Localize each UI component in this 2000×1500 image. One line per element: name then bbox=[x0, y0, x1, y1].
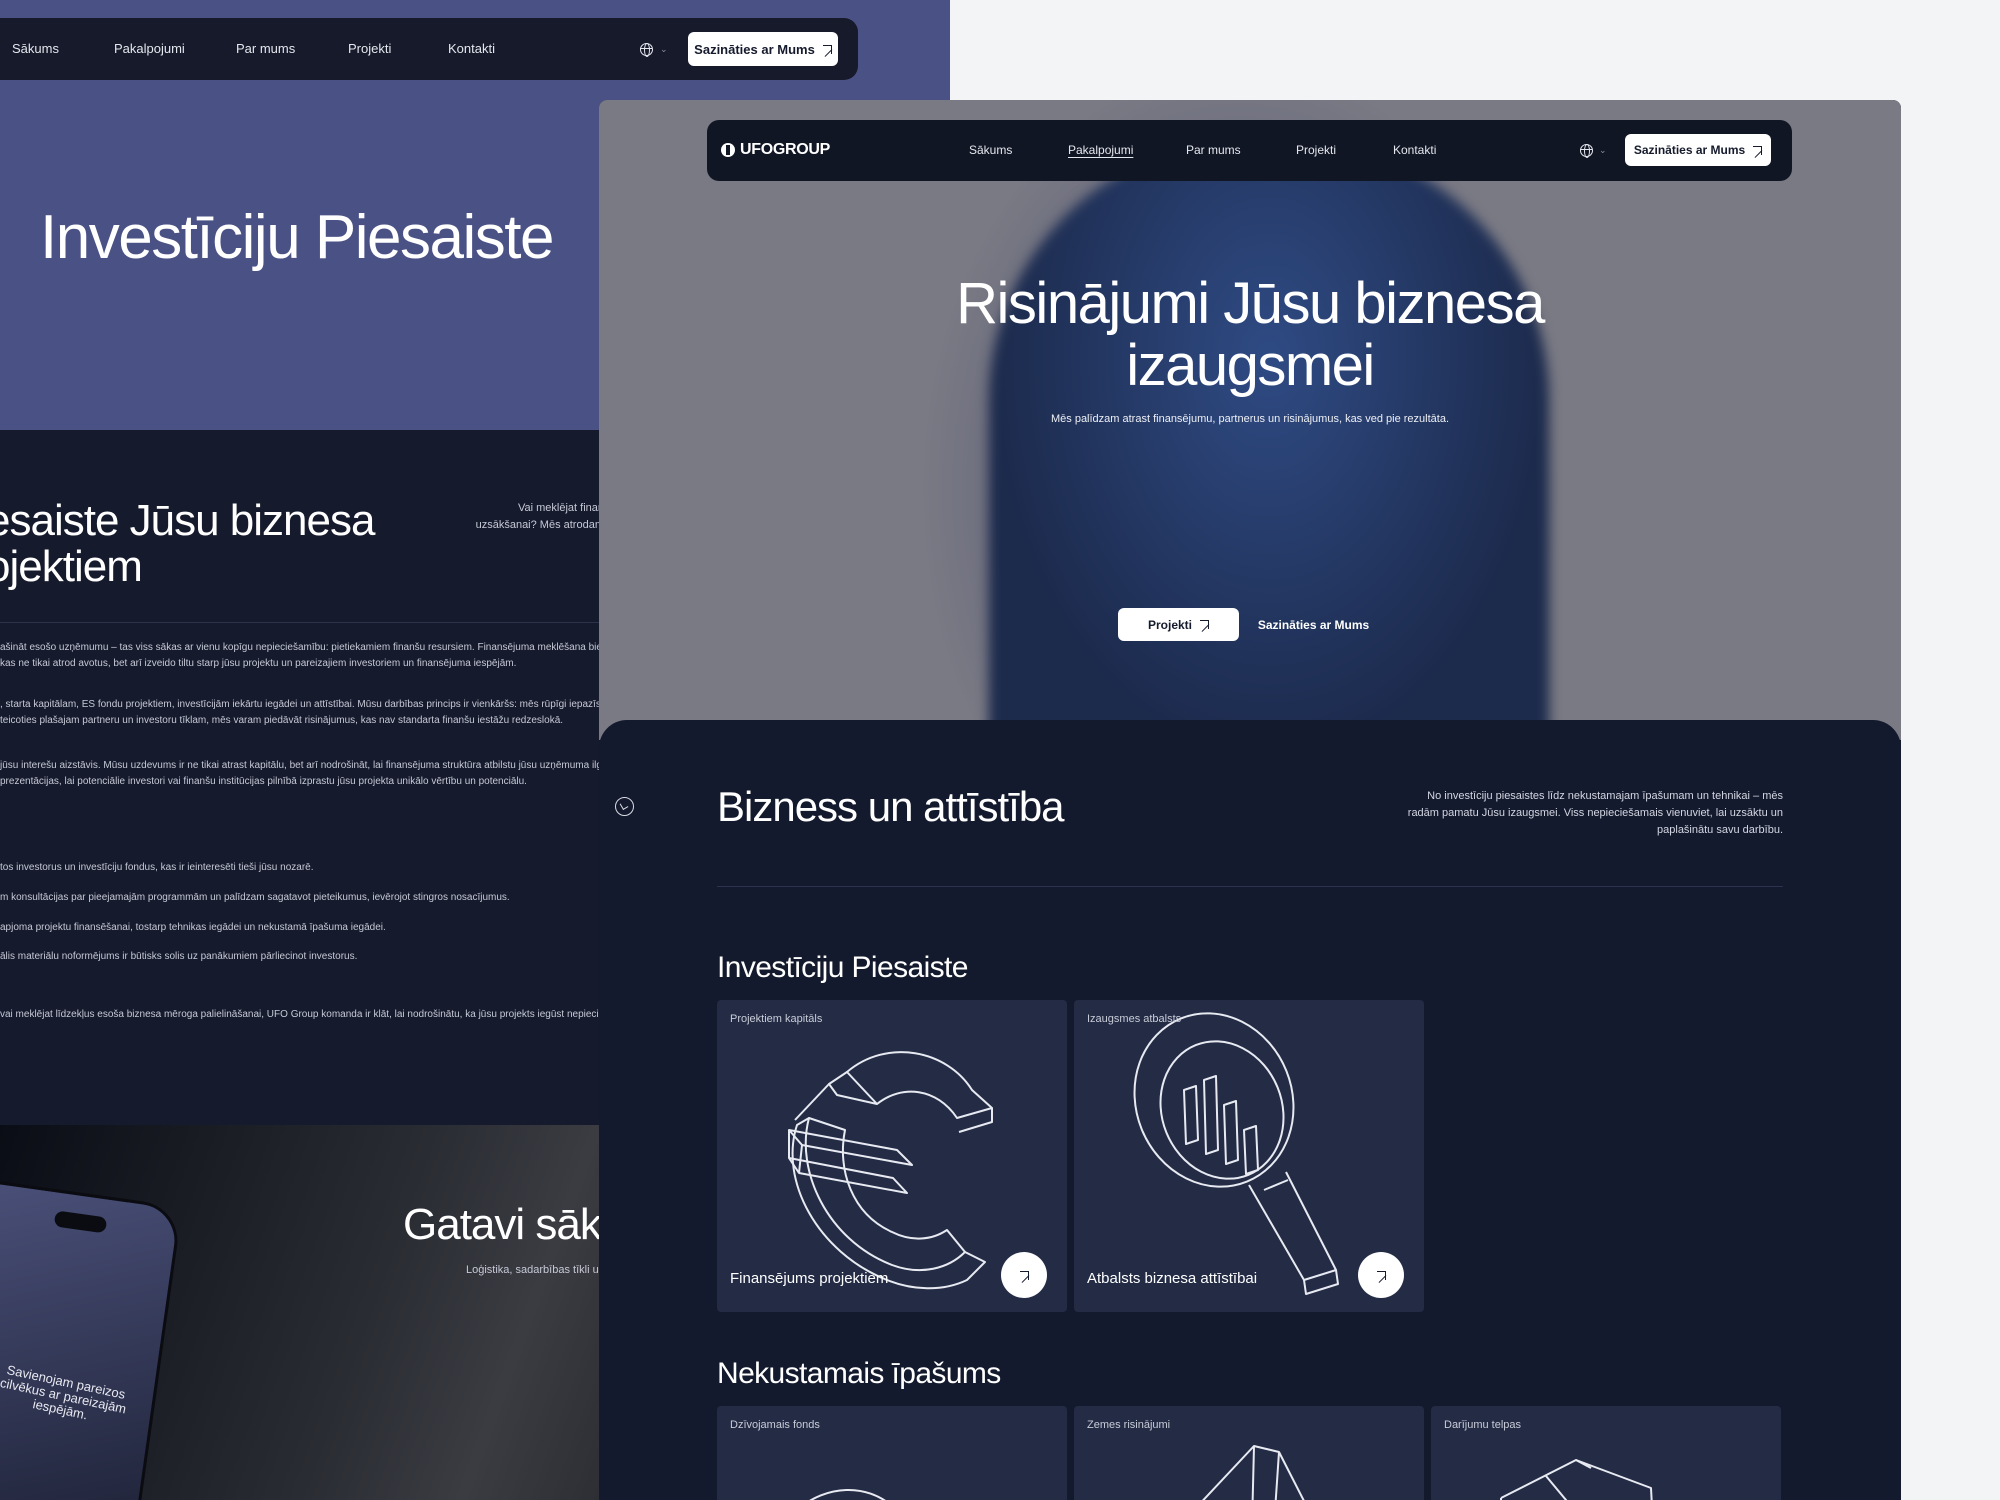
logo-icon bbox=[721, 143, 735, 157]
front-navbar: UFOGROUP Sākums Pakalpojumi Par mums Pro… bbox=[707, 120, 1792, 181]
clock-check-icon bbox=[615, 797, 634, 816]
back-list-item: m konsultācijas par pieejamajām programm… bbox=[0, 892, 510, 903]
card-title: Finansējums projektiem bbox=[730, 1270, 889, 1287]
section-title: Bizness un attīstība bbox=[717, 783, 1065, 830]
arrow-up-right-icon bbox=[1376, 1270, 1386, 1280]
card-tag: Zemes risinājumi bbox=[1087, 1419, 1171, 1431]
back-section-intro: Vai meklējat finan uzsākšanai? Mēs atrod… bbox=[475, 502, 604, 531]
back-paragraph: teicoties plašajam partneru un investoru… bbox=[0, 715, 564, 726]
section-description: No investīciju piesaistes līdz nekustama… bbox=[1407, 790, 1783, 836]
card-arrow-button[interactable] bbox=[1358, 1252, 1404, 1298]
card-tag: Izaugsmes atbalsts bbox=[1087, 1013, 1182, 1025]
nav-pakalpojumi[interactable]: Pakalpojumi bbox=[1068, 143, 1133, 157]
card-tag: Projektiem kapitāls bbox=[730, 1013, 823, 1025]
chevron-down-icon: ⌄ bbox=[660, 44, 668, 54]
back-nav-projekti[interactable]: Projekti bbox=[348, 41, 391, 56]
chevron-down-icon: ⌄ bbox=[1599, 145, 1607, 155]
back-nav-kontakti[interactable]: Kontakti bbox=[448, 41, 495, 56]
nav-par-mums[interactable]: Par mums bbox=[1186, 143, 1241, 157]
category-heading-investments: Investīciju Piesaiste bbox=[717, 951, 968, 984]
back-navbar: Sākums Pakalpojumi Par mums Projekti Kon… bbox=[0, 18, 858, 80]
arrow-up-right-icon bbox=[1019, 1270, 1029, 1280]
back-paragraph: , starta kapitālam, ES fondu projektiem,… bbox=[0, 699, 642, 710]
hero-subtitle: Mēs palīdzam atrast finansējumu, partner… bbox=[1050, 413, 1450, 425]
back-nav-pakalpojumi[interactable]: Pakalpojumi bbox=[114, 41, 185, 56]
projects-button[interactable]: Projekti bbox=[1118, 608, 1239, 641]
service-card-commercial[interactable]: Darījumu telpas bbox=[1431, 1406, 1781, 1500]
service-card-growth[interactable]: Izaugsmes atbalsts Atbalsts biznesa attī… bbox=[1074, 1000, 1424, 1312]
projects-button-label: Projekti bbox=[1147, 617, 1192, 632]
arrow-up-right-icon bbox=[822, 44, 832, 54]
front-hero: UFOGROUP Sākums Pakalpojumi Par mums Pro… bbox=[599, 100, 1901, 760]
back-contact-label: Sazināties ar Mums bbox=[694, 41, 815, 57]
globe-icon[interactable] bbox=[1580, 144, 1593, 158]
hero-title: Risinājumi Jūsu biznesa izaugsmei bbox=[599, 273, 1901, 397]
section-divider bbox=[717, 886, 1783, 887]
card-tag: Dzīvojamais fonds bbox=[730, 1419, 820, 1431]
services-section: Bizness un attīstība No investīciju pies… bbox=[599, 720, 1901, 1500]
service-card-financing[interactable]: Projektiem kapitāls Finansējums projekti… bbox=[717, 1000, 1067, 1312]
back-nav-sakums[interactable]: Sākums bbox=[12, 41, 59, 56]
globe-icon[interactable] bbox=[640, 43, 653, 57]
back-list-item: ālis materiālu noformējums ir būtisks so… bbox=[0, 951, 358, 962]
back-paragraph: ašināt esošo uzņēmumu – tas viss sākas a… bbox=[0, 642, 644, 653]
hero-contact-button[interactable]: Sazināties ar Mums bbox=[1251, 608, 1376, 641]
foreground-page: UFOGROUP Sākums Pakalpojumi Par mums Pro… bbox=[599, 100, 1901, 1500]
arrow-up-right-icon bbox=[1200, 620, 1209, 629]
phone-notch bbox=[53, 1210, 108, 1234]
card-tag: Darījumu telpas bbox=[1444, 1419, 1522, 1431]
card-arrow-button[interactable] bbox=[1001, 1252, 1047, 1298]
phone-text: Savienojam pareizos cilvēkus ar pareizaj… bbox=[0, 1362, 128, 1423]
back-cta-subtitle: Loģistika, sadarbības tīkli un bbox=[466, 1264, 605, 1276]
nav-kontakti[interactable]: Kontakti bbox=[1393, 143, 1436, 157]
back-paragraph: vai meklējat līdzekļus esoša biznesa mēr… bbox=[0, 1009, 646, 1020]
card-title: Atbalsts biznesa attīstībai bbox=[1087, 1270, 1258, 1287]
nav-sakums[interactable]: Sākums bbox=[969, 143, 1012, 157]
category-heading-real-estate: Nekustamais īpašums bbox=[717, 1357, 1001, 1390]
back-paragraph: kas ne tikai atrod avotus, bet arī izvei… bbox=[0, 658, 517, 669]
back-paragraph: jūsu interešu aizstāvis. Mūsu uzdevums i… bbox=[0, 760, 636, 771]
back-section-title: esaiste Jūsu biznesa ojektiem bbox=[0, 496, 375, 591]
contact-button[interactable]: Sazināties ar Mums bbox=[1625, 134, 1771, 166]
back-list-item: tos investorus un investīciju fondus, ka… bbox=[0, 862, 314, 873]
back-divider bbox=[0, 622, 600, 623]
back-list-item: apjoma projektu finansēšanai, tostarp te… bbox=[0, 922, 386, 933]
service-card-land[interactable]: Zemes risinājumi bbox=[1074, 1406, 1424, 1500]
hero-title-line2: izaugsmei bbox=[1126, 333, 1375, 398]
back-hero-title: Investīciju Piesaiste bbox=[40, 203, 554, 272]
logo[interactable]: UFOGROUP bbox=[721, 141, 830, 159]
contact-button-label: Sazināties ar Mums bbox=[1633, 143, 1746, 157]
hero-background-photo bbox=[989, 140, 1549, 760]
service-card-residential[interactable]: Dzīvojamais fonds bbox=[717, 1406, 1067, 1500]
arrow-up-right-icon bbox=[1753, 145, 1763, 155]
back-cta-title: Gatavi sāk bbox=[403, 1200, 602, 1249]
logo-text: UFOGROUP bbox=[740, 141, 831, 158]
back-paragraph: prezentācijas, lai potenciālie investori… bbox=[0, 776, 527, 787]
hero-title-line1: Risinājumi Jūsu biznesa bbox=[956, 271, 1545, 336]
nav-projekti[interactable]: Projekti bbox=[1296, 143, 1336, 157]
back-nav-par-mums[interactable]: Par mums bbox=[236, 41, 295, 56]
back-contact-button[interactable]: Sazināties ar Mums bbox=[688, 32, 838, 66]
